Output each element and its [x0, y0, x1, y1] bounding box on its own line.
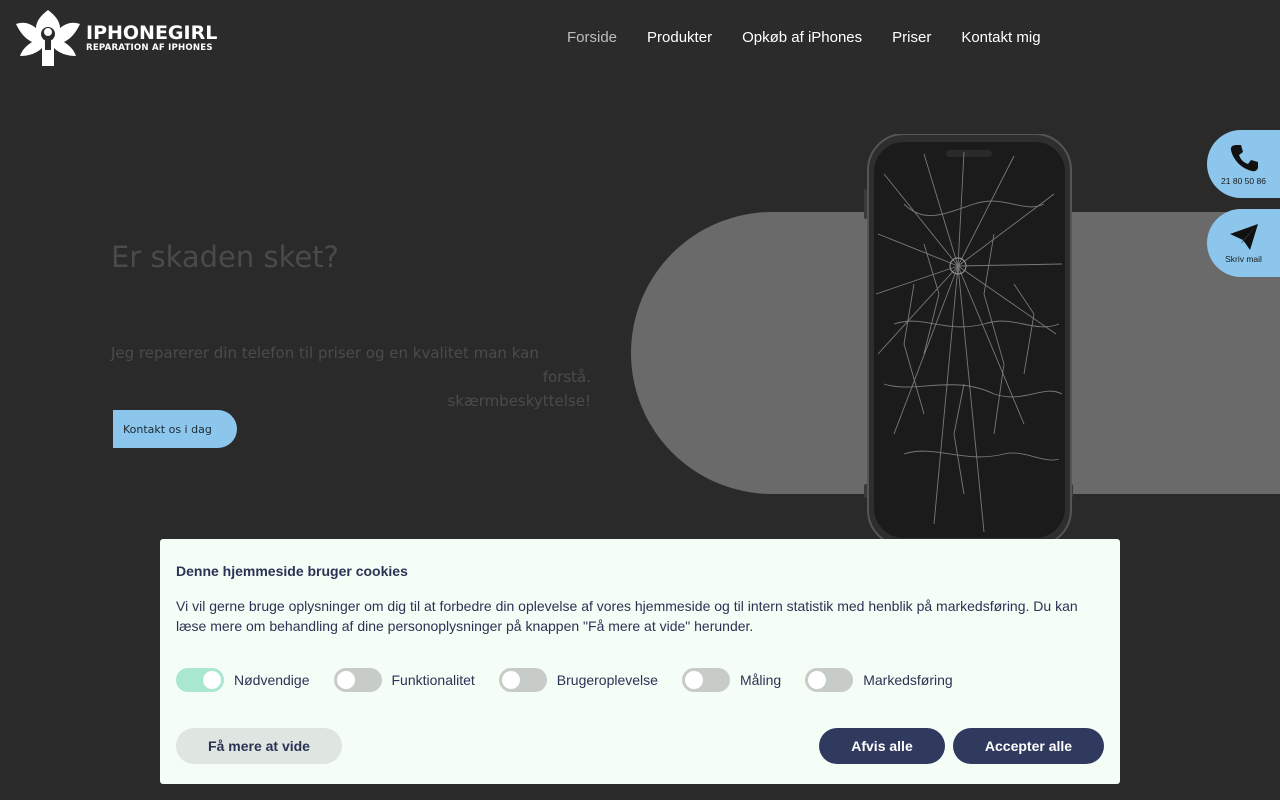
toggle-label: Brugeroplevelse — [556, 672, 658, 688]
hero-title: Er skaden sket? — [111, 240, 339, 274]
nav-kontakt[interactable]: Kontakt mig — [961, 29, 1040, 46]
toggle-maaling[interactable]: Måling — [681, 668, 782, 692]
cracked-iphone-image — [864, 134, 1073, 546]
cookie-banner: Denne hjemmeside bruger cookies Vi vil g… — [160, 539, 1120, 784]
send-icon — [1229, 224, 1258, 250]
toggle-noedvendige[interactable]: Nødvendige — [176, 668, 310, 692]
toggle-switch[interactable] — [805, 668, 854, 692]
hero-text: Jeg reparerer din telefon til priser og … — [111, 341, 591, 413]
site-header: IPHONEGIRL REPARATION AF IPHONES Forside… — [0, 0, 1280, 76]
toggle-label: Nødvendige — [234, 672, 310, 688]
nav-priser[interactable]: Priser — [892, 29, 931, 46]
toggle-markedsfoering[interactable]: Markedsføring — [805, 668, 953, 692]
main-nav: Forside Produkter Opkøb af iPhones Prise… — [567, 29, 1041, 46]
nav-opkoeb[interactable]: Opkøb af iPhones — [742, 29, 862, 46]
logo-title: IPHONEGIRL — [86, 22, 218, 44]
decline-all-button[interactable]: Afvis alle — [819, 728, 945, 764]
toggle-label: Markedsføring — [863, 672, 953, 688]
contact-cta-button[interactable]: Kontakt os i dag — [113, 410, 237, 448]
cookie-body: Vi vil gerne bruge oplysninger om dig ti… — [176, 598, 1078, 634]
toggle-switch[interactable] — [176, 668, 224, 692]
learn-more-button[interactable]: Få mere at vide — [176, 728, 342, 764]
phone-icon — [1230, 145, 1258, 172]
toggle-switch[interactable] — [681, 668, 730, 692]
toggle-brugeroplevelse[interactable]: Brugeroplevelse — [498, 668, 658, 692]
side-phone-label: 21 80 50 86 — [1221, 176, 1266, 186]
cookie-toggles: Nødvendige Funktionalitet Brugeroplevels… — [176, 668, 977, 692]
nav-forside[interactable]: Forside — [567, 29, 617, 46]
toggle-label: Funktionalitet — [391, 672, 475, 688]
logo-leaf-icon — [16, 10, 80, 66]
toggle-label: Måling — [739, 672, 782, 688]
toggle-funktionalitet[interactable]: Funktionalitet — [333, 668, 475, 692]
hero-text-line1: Jeg reparerer din telefon til priser og … — [111, 344, 591, 386]
toggle-switch[interactable] — [333, 668, 382, 692]
side-phone-button[interactable]: 21 80 50 86 — [1207, 130, 1280, 198]
site-logo[interactable]: IPHONEGIRL REPARATION AF IPHONES — [14, 8, 217, 68]
accept-all-button[interactable]: Accepter alle — [953, 728, 1104, 764]
toggle-switch[interactable] — [498, 668, 547, 692]
side-mail-button[interactable]: Skriv mail — [1207, 209, 1280, 277]
cookie-title: Denne hjemmeside bruger cookies — [176, 563, 408, 579]
nav-produkter[interactable]: Produkter — [647, 29, 712, 46]
logo-subtitle: REPARATION AF IPHONES — [86, 43, 213, 53]
side-mail-label: Skriv mail — [1225, 254, 1262, 264]
